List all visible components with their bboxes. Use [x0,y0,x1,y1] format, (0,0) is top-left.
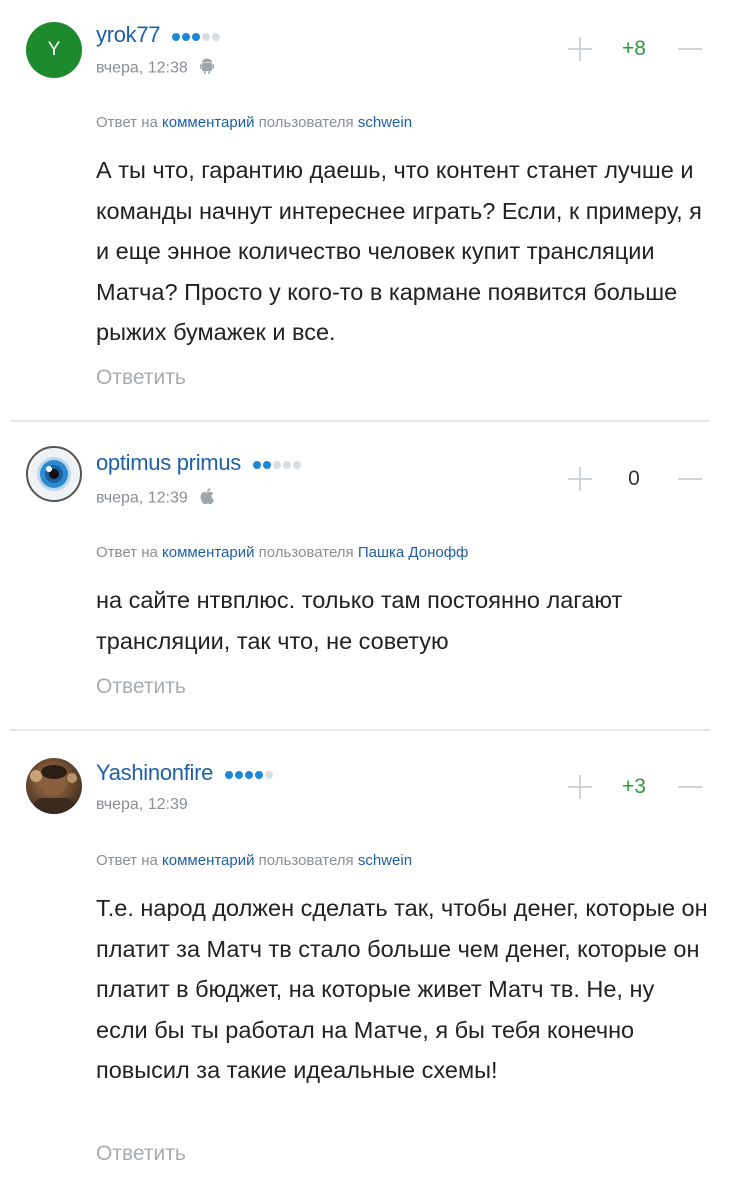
reply-info: Ответ на комментарий пользователя schwei… [96,114,412,131]
rating-dots [172,23,222,49]
user-avatar[interactable] [26,758,82,814]
user-avatar[interactable] [26,446,82,502]
rating-dots [252,451,303,477]
rating-dot [252,461,261,470]
comment-divider [10,420,710,422]
rating-dot [202,33,211,42]
reply-prefix: Ответ на [96,852,158,869]
reply-button[interactable]: Ответить [96,1142,186,1166]
comment-meta: вчера, 12:39 [96,488,215,509]
comment-time: вчера, 12:39 [96,796,188,813]
rating-dot [254,771,263,780]
reply-button[interactable]: Ответить [96,366,186,390]
reply-button[interactable]: Ответить [96,675,186,699]
photo-avatar-icon [30,765,77,814]
rating-dot [264,771,273,780]
username: yrok77 [96,22,161,47]
comment-meta: вчера, 12:39 [96,796,188,814]
comment-meta: вчера, 12:38 [96,58,215,79]
reply-comment-link[interactable]: комментарий [162,852,254,869]
comment-item: Y yrok77 вчера, 12:38 +8 Ответ на коммен… [0,0,730,420]
avatar-letter: Y [47,39,61,60]
upvote-button[interactable] [566,465,594,493]
username-link[interactable]: optimus primus [96,450,303,477]
reply-comment-link[interactable]: комментарий [162,114,254,131]
rating-dot [244,771,253,780]
downvote-button[interactable] [678,48,702,50]
android-icon [200,58,215,79]
reply-middle: пользователя [258,852,354,869]
reply-info: Ответ на комментарий пользователя schwei… [96,852,412,869]
username-link[interactable]: Yashinonfire [96,760,275,787]
rating-dot [192,33,201,42]
reply-prefix: Ответ на [96,544,158,561]
comment-text: Т.е. народ должен сделать так, чтобы ден… [96,895,708,1083]
rating-dot [282,461,291,470]
vote-count: 0 [628,467,640,490]
downvote-button[interactable] [678,478,702,480]
reply-middle: пользователя [258,544,354,561]
eye-avatar-icon [30,450,78,498]
upvote-button[interactable] [566,35,594,63]
rating-dot [224,771,233,780]
rating-dot [212,33,221,42]
rating-dot [292,461,301,470]
username: Yashinonfire [96,760,214,785]
rating-dot [272,461,281,470]
reply-user-link[interactable]: schwein [358,114,412,131]
reply-middle: пользователя [258,114,354,131]
reply-prefix: Ответ на [96,114,158,131]
downvote-button[interactable] [678,786,702,788]
upvote-button[interactable] [566,773,594,801]
vote-count: +8 [622,37,646,60]
user-avatar[interactable]: Y [26,22,82,78]
reply-info: Ответ на комментарий пользователя Пашка … [96,544,468,561]
rating-dots [224,761,275,787]
vote-count: +3 [622,775,646,798]
comment-text: А ты что, гарантию даешь, что контент ст… [96,157,702,345]
rating-dot [262,461,271,470]
comment-time: вчера, 12:39 [96,489,188,507]
vote-widget: +3 [566,773,706,803]
reply-user-link[interactable]: Пашка Донофф [358,544,469,561]
comment-text: на сайте нтвплюс. только там постоянно л… [96,587,623,654]
rating-dot [182,33,191,42]
username: optimus primus [96,450,241,475]
rating-dot [234,771,243,780]
comment-divider [10,729,710,731]
reply-user-link[interactable]: schwein [358,852,412,869]
vote-widget: +8 [566,35,706,65]
comment-time: вчера, 12:38 [96,59,188,77]
vote-widget: 0 [566,465,706,495]
reply-comment-link[interactable]: комментарий [162,544,254,561]
username-link[interactable]: yrok77 [96,22,222,49]
rating-dot [172,33,181,42]
apple-icon [200,488,215,509]
